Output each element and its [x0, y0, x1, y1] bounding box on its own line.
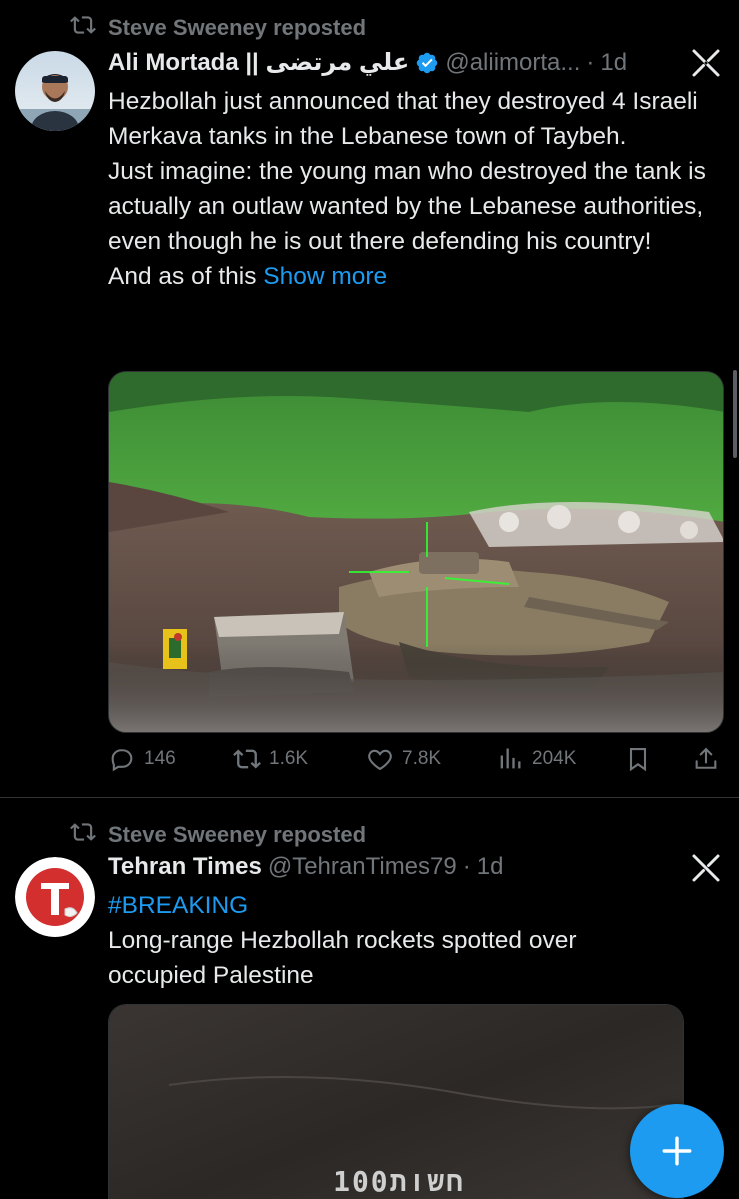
reply-count: 146	[144, 748, 176, 769]
grok-icon[interactable]	[691, 853, 721, 883]
avatar[interactable]	[15, 51, 95, 131]
like-button[interactable]: 7.8K	[366, 745, 441, 773]
post-text: Hezbollah just announced that they destr…	[108, 84, 718, 294]
repost-label[interactable]: Steve Sweeney reposted	[108, 822, 366, 848]
post-tehran-times[interactable]: Steve Sweeney reposted Tehran Times @Teh…	[0, 799, 739, 1199]
show-more-link[interactable]: Show more	[263, 263, 387, 290]
separator-dot: ·	[462, 853, 471, 880]
timestamp[interactable]: 1d	[600, 49, 627, 77]
repost-context: Steve Sweeney reposted	[70, 819, 366, 851]
repost-count: 1.6K	[269, 748, 309, 769]
post-ali-mortada[interactable]: Steve Sweeney reposted Ali Mortada || عل…	[0, 0, 739, 798]
repost-label[interactable]: Steve Sweeney reposted	[108, 15, 366, 41]
display-name[interactable]: Ali Mortada || علي مرتضى	[108, 48, 409, 77]
repost-context: Steve Sweeney reposted	[70, 12, 366, 44]
display-name[interactable]: Tehran Times	[108, 853, 262, 881]
grok-icon[interactable]	[691, 48, 721, 78]
views-button[interactable]: 204K	[496, 745, 576, 773]
post-text-line: Hezbollah just announced that they destr…	[108, 88, 698, 150]
reply-icon	[111, 749, 133, 772]
handle[interactable]: @aliimorta...	[445, 49, 580, 77]
avatar[interactable]	[15, 857, 95, 937]
share-button[interactable]	[692, 745, 720, 773]
compose-button[interactable]	[630, 1104, 724, 1198]
views-icon	[500, 748, 521, 769]
repost-icon	[233, 749, 261, 769]
separator-dot: ·	[586, 48, 595, 76]
handle[interactable]: @TehranTimes79	[268, 853, 457, 881]
video-thumbnail-dark[interactable]: חשות100	[108, 1004, 684, 1199]
post-divider	[0, 797, 739, 798]
repost-button[interactable]: 1.6K	[233, 745, 308, 773]
views-count: 204K	[532, 748, 577, 769]
hashtag-link[interactable]: #BREAKING	[108, 888, 718, 923]
video-thumbnail-tank[interactable]	[108, 371, 724, 733]
bookmark-button[interactable]	[624, 745, 652, 773]
post-text: #BREAKING Long-range Hezbollah rockets s…	[108, 888, 718, 993]
post-text-line: And as of this Show more	[108, 263, 388, 290]
timestamp[interactable]: 1d	[477, 853, 504, 881]
like-count: 7.8K	[402, 748, 442, 769]
reply-button[interactable]: 146	[108, 745, 176, 773]
post-header: Tehran Times @TehranTimes79 · 1d	[108, 853, 649, 881]
action-bar: 146 1.6K 7.8K 204K	[108, 745, 720, 779]
post-text-line: Long-range Hezbollah rockets spotted ove…	[108, 927, 577, 989]
media-caption: חשות100	[333, 1165, 465, 1198]
verified-icon	[417, 52, 438, 73]
share-icon	[695, 747, 717, 769]
repost-icon	[70, 12, 96, 44]
bookmark-icon	[629, 748, 647, 772]
compose-plus-icon	[662, 1136, 692, 1166]
scrollbar[interactable]	[733, 370, 737, 458]
like-icon	[368, 749, 392, 771]
post-header: Ali Mortada || علي مرتضى @aliimorta... ·…	[108, 48, 649, 77]
post-text-line: Just imagine: the young man who destroye…	[108, 158, 706, 255]
repost-icon	[70, 819, 96, 851]
